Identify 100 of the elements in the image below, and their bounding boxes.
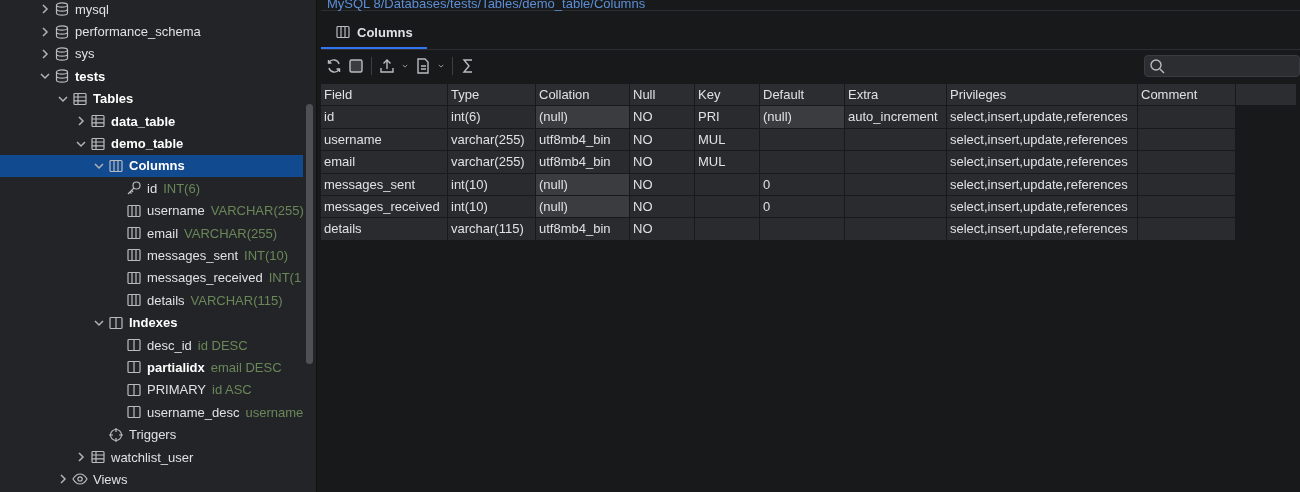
table-cell: details xyxy=(321,218,447,240)
tree-label: username_desc xyxy=(147,404,240,420)
tree-item[interactable]: watchlist_user xyxy=(0,445,303,469)
tree-item[interactable]: Indexes xyxy=(0,311,303,334)
table-cell: select,insert,update,references xyxy=(947,195,1137,218)
tree-item[interactable]: mysql xyxy=(0,0,303,21)
tree-label: watchlist_user xyxy=(111,449,194,465)
table-cell: select,insert,update,references xyxy=(947,106,1137,128)
columns-icon xyxy=(126,202,142,219)
column-header[interactable]: Null xyxy=(630,84,694,106)
tree-item[interactable]: sys xyxy=(0,42,303,66)
tree-item[interactable]: Views xyxy=(0,468,303,491)
type-hint: INT(6) xyxy=(163,180,200,196)
table-cell: select,insert,update,references xyxy=(947,218,1137,240)
type-hint: VARCHAR(255) xyxy=(210,203,303,219)
tree-item[interactable]: data_table xyxy=(0,109,303,133)
column-header[interactable]: Default xyxy=(760,84,844,106)
chevron-down-icon[interactable] xyxy=(94,317,104,328)
search-field[interactable] xyxy=(1144,55,1300,77)
tree-label: tests xyxy=(75,68,106,84)
index-icon xyxy=(126,404,142,421)
tree-label: partialidx xyxy=(147,359,205,375)
index-icon xyxy=(108,314,124,331)
document-icon[interactable] xyxy=(414,57,432,75)
table-cell: id xyxy=(321,106,447,128)
tree-item[interactable]: partialidx email DESC xyxy=(0,356,303,379)
tree-label: Columns xyxy=(129,158,185,174)
index-icon xyxy=(126,359,142,376)
table-cell: 0 xyxy=(760,195,844,218)
chevron-down-icon[interactable] xyxy=(94,160,104,171)
table-cell: select,insert,update,references xyxy=(947,173,1137,195)
table-cell: NO xyxy=(630,218,694,240)
tree-label: sys xyxy=(75,46,95,62)
refresh-icon[interactable] xyxy=(325,57,343,75)
tree-item[interactable]: Triggers xyxy=(0,423,303,446)
tree-item[interactable]: messages_received INT(1 xyxy=(0,266,303,290)
database-icon xyxy=(54,1,70,18)
tree-item[interactable]: Columns xyxy=(0,154,303,178)
tree-label: messages_sent xyxy=(147,248,239,263)
table-cell: (null) xyxy=(536,195,629,218)
tree-label: mysql xyxy=(75,1,109,17)
table-cell: NO xyxy=(630,173,694,195)
table-cell: select,insert,update,references xyxy=(947,151,1137,173)
table-cell: utf8mb4_bin xyxy=(536,128,629,151)
tree-label: Views xyxy=(93,471,128,487)
table-cell: NO xyxy=(630,128,694,151)
chevron-right-icon[interactable] xyxy=(40,48,50,59)
table-cell: (null) xyxy=(536,173,629,195)
tree-item[interactable]: Tables xyxy=(0,87,303,110)
type-hint: INT(1 xyxy=(268,270,302,286)
tree-item[interactable]: tests xyxy=(0,65,303,88)
table-cell: messages_received xyxy=(321,195,447,218)
search-icon xyxy=(1149,58,1165,74)
columns-icon xyxy=(126,269,142,286)
table-cell: email xyxy=(321,151,447,173)
tree-label: Indexes xyxy=(129,315,178,331)
scrollbar-thumb[interactable] xyxy=(306,104,313,364)
table-cell: NO xyxy=(630,195,694,218)
chevron-right-icon[interactable] xyxy=(76,116,86,127)
column-header[interactable]: Field xyxy=(321,84,447,106)
table-cell: utf8mb4_bin xyxy=(536,151,629,173)
chevron-down-icon[interactable] xyxy=(76,138,86,149)
table-icon xyxy=(90,135,106,152)
chevron-down-icon[interactable] xyxy=(58,93,68,104)
tree-item[interactable]: performance_schema xyxy=(0,20,303,43)
table-cell: varchar(115) xyxy=(448,218,535,240)
table-cell: NO xyxy=(630,106,694,128)
table-icon xyxy=(72,90,88,107)
column-header[interactable]: Comment xyxy=(1138,84,1235,106)
tree-label: email xyxy=(147,225,179,241)
chevron-right-icon[interactable] xyxy=(40,4,50,15)
type-hint: id DESC xyxy=(197,337,248,353)
table-cell: PRI xyxy=(695,106,759,128)
tree-item[interactable]: username_desc username xyxy=(0,401,303,424)
tree-item[interactable]: demo_table xyxy=(0,132,303,155)
tree-label: username xyxy=(147,203,205,219)
column-header[interactable]: Privileges xyxy=(947,84,1137,106)
tree-item[interactable]: PRIMARY id ASC xyxy=(0,378,303,402)
tree-label: performance_schema xyxy=(75,24,201,40)
database-icon xyxy=(54,23,70,40)
table-cell: username xyxy=(321,128,447,151)
key-icon xyxy=(126,180,142,197)
tree-item[interactable]: id INT(6) xyxy=(0,177,303,200)
chevron-right-icon[interactable] xyxy=(40,26,50,37)
column-header[interactable]: Type xyxy=(448,84,535,106)
column-header[interactable]: Extra xyxy=(845,84,946,106)
tree-item[interactable]: email VARCHAR(255) xyxy=(0,221,303,245)
chevron-down-icon[interactable] xyxy=(40,71,50,82)
column-header[interactable]: Collation xyxy=(536,84,629,106)
tree-label: PRIMARY xyxy=(147,382,206,398)
column-header[interactable]: Key xyxy=(695,84,759,106)
stop-icon[interactable] xyxy=(347,57,365,75)
export-icon[interactable] xyxy=(378,57,396,75)
tree-item[interactable]: messages_sent INT(10) xyxy=(0,244,303,267)
tab[interactable]: Columns xyxy=(321,17,427,49)
chevron-right-icon[interactable] xyxy=(58,474,68,485)
tree-item[interactable]: username VARCHAR(255) xyxy=(0,199,303,222)
chevron-right-icon[interactable] xyxy=(76,452,86,462)
tree-item[interactable]: desc_id id DESC xyxy=(0,333,303,357)
tree-item[interactable]: details VARCHAR(115) xyxy=(0,289,303,312)
